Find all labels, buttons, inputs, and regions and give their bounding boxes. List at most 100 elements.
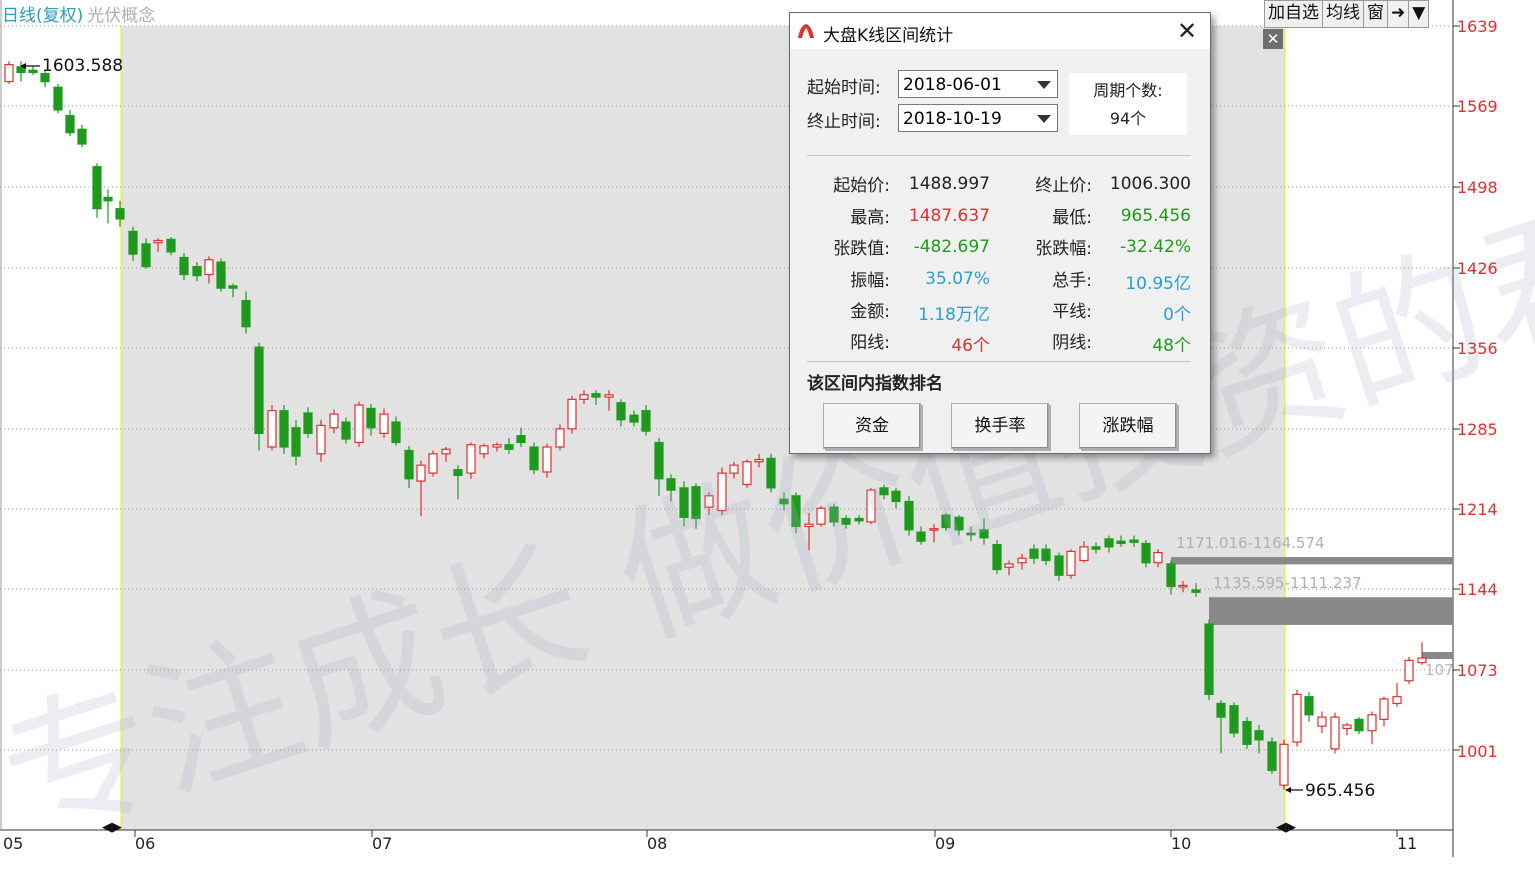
candle bbox=[1204, 619, 1214, 701]
candle bbox=[1279, 739, 1289, 790]
dialog-close-button[interactable]: ✕ bbox=[1170, 17, 1204, 45]
x-tick-label: 07 bbox=[372, 834, 393, 853]
turnover-rank-button[interactable]: 换手率 bbox=[951, 403, 1049, 449]
candle-body bbox=[53, 86, 63, 111]
chevron-down-icon bbox=[1037, 81, 1051, 89]
candle bbox=[1404, 656, 1414, 685]
candle-body bbox=[629, 414, 639, 423]
period-count-box: 周期个数: 94个 bbox=[1069, 73, 1187, 135]
arrow-right-icon[interactable]: ➜ bbox=[1388, 1, 1410, 27]
add-watchlist-button[interactable]: 加自选 bbox=[1265, 1, 1323, 27]
candle-body bbox=[366, 407, 376, 429]
candle bbox=[428, 450, 438, 477]
candle bbox=[1267, 737, 1277, 774]
candle-body bbox=[466, 444, 476, 474]
dialog-titlebar[interactable]: 大盘K线区间统计 ✕ bbox=[790, 13, 1210, 49]
x-tick-label: 08 bbox=[647, 834, 668, 853]
y-tick-label: 1498 bbox=[1457, 178, 1498, 197]
candlestick-chart[interactable]: ◀▶ ◀▶ bbox=[0, 0, 1535, 857]
candle-body bbox=[1204, 623, 1214, 695]
stat-label: 阴线: bbox=[1052, 333, 1092, 353]
gap-zone bbox=[1209, 597, 1453, 625]
candle-body bbox=[1129, 539, 1139, 543]
y-tick-label: 1214 bbox=[1457, 500, 1498, 519]
candle-body bbox=[529, 446, 539, 471]
candle-body bbox=[804, 523, 814, 528]
candle-body bbox=[1304, 696, 1314, 716]
y-tick-label: 1285 bbox=[1457, 420, 1498, 439]
stat-label: 张跌值: bbox=[833, 239, 890, 259]
end-date-select[interactable]: 2018-10-19 bbox=[898, 104, 1058, 132]
end-time-label: 终止时间: bbox=[807, 112, 881, 132]
candle-body bbox=[241, 300, 251, 328]
candle bbox=[1229, 702, 1239, 738]
candle-body bbox=[354, 404, 364, 444]
candle-body bbox=[492, 444, 502, 448]
candle-body bbox=[153, 239, 163, 244]
start-date-select[interactable]: 2018-06-01 bbox=[898, 70, 1058, 98]
candle-body bbox=[992, 544, 1002, 571]
capital-rank-button[interactable]: 资金 bbox=[823, 403, 921, 449]
candle-body bbox=[1054, 555, 1064, 576]
candle bbox=[567, 395, 577, 434]
candle-body bbox=[717, 472, 727, 512]
candle-body bbox=[1079, 546, 1089, 562]
selection-start-handle: ◀▶ bbox=[102, 820, 122, 835]
candle bbox=[904, 495, 914, 536]
candle-body bbox=[141, 243, 151, 268]
moving-average-button[interactable]: 均线 bbox=[1323, 1, 1364, 27]
candle bbox=[1330, 712, 1340, 754]
candle-body bbox=[216, 261, 226, 289]
candle bbox=[216, 258, 226, 292]
candle bbox=[103, 189, 113, 224]
candle-body bbox=[441, 448, 451, 455]
start-time-label: 起始时间: bbox=[807, 78, 881, 98]
candle-body bbox=[1254, 730, 1264, 741]
candle-body bbox=[1066, 550, 1076, 576]
change-rank-button[interactable]: 涨跌幅 bbox=[1079, 403, 1177, 449]
zone-label-cut: 107 bbox=[1425, 661, 1454, 679]
candle-body bbox=[1041, 548, 1051, 562]
candle-body bbox=[115, 208, 125, 220]
close-icon[interactable]: ✕ bbox=[1263, 29, 1283, 49]
candle bbox=[1354, 717, 1364, 735]
candle-body bbox=[192, 265, 202, 277]
interval-stats-dialog: 大盘K线区间统计 ✕ 起始时间: 2018-06-01 终止时间: 2018-1… bbox=[789, 12, 1211, 454]
candle bbox=[53, 83, 63, 114]
candle bbox=[529, 442, 539, 475]
candle-body bbox=[303, 412, 313, 434]
candle-body bbox=[1292, 693, 1302, 743]
stat-label: 阳线: bbox=[850, 333, 890, 353]
candle bbox=[1367, 711, 1377, 745]
candle-body bbox=[766, 457, 776, 489]
y-tick-label: 1426 bbox=[1457, 259, 1498, 278]
window-button[interactable]: 窗 bbox=[1364, 1, 1388, 27]
stat-value: 965.456 bbox=[1120, 206, 1191, 226]
candle-body bbox=[279, 410, 289, 448]
low-price-arrowhead bbox=[1285, 787, 1291, 793]
candle-body bbox=[1267, 741, 1277, 772]
candle-body bbox=[103, 196, 113, 202]
candle-body bbox=[228, 285, 238, 289]
candle-body bbox=[379, 413, 389, 434]
candle bbox=[1141, 540, 1151, 568]
candle-body bbox=[4, 63, 14, 83]
candle-body bbox=[1242, 721, 1252, 745]
candle-body bbox=[479, 445, 489, 455]
candle-body bbox=[1178, 584, 1188, 588]
candle-body bbox=[329, 413, 339, 429]
candle-body bbox=[941, 514, 951, 529]
high-price-annotation: 1603.588 bbox=[42, 56, 124, 76]
stat-value: 1488.997 bbox=[908, 174, 990, 194]
period-count-label: 周期个数: bbox=[1093, 81, 1163, 100]
candle-body bbox=[904, 500, 914, 531]
ranking-section-title: 该区间内指数排名 bbox=[807, 374, 943, 394]
candle-body bbox=[504, 444, 514, 450]
candle-body bbox=[891, 490, 901, 503]
candle bbox=[992, 540, 1002, 575]
chevron-down-icon[interactable]: ▼ bbox=[1409, 1, 1428, 27]
candle-body bbox=[1116, 540, 1126, 545]
stat-value: 1487.637 bbox=[908, 206, 990, 226]
candle-body bbox=[754, 458, 764, 463]
candle-body bbox=[291, 427, 301, 457]
